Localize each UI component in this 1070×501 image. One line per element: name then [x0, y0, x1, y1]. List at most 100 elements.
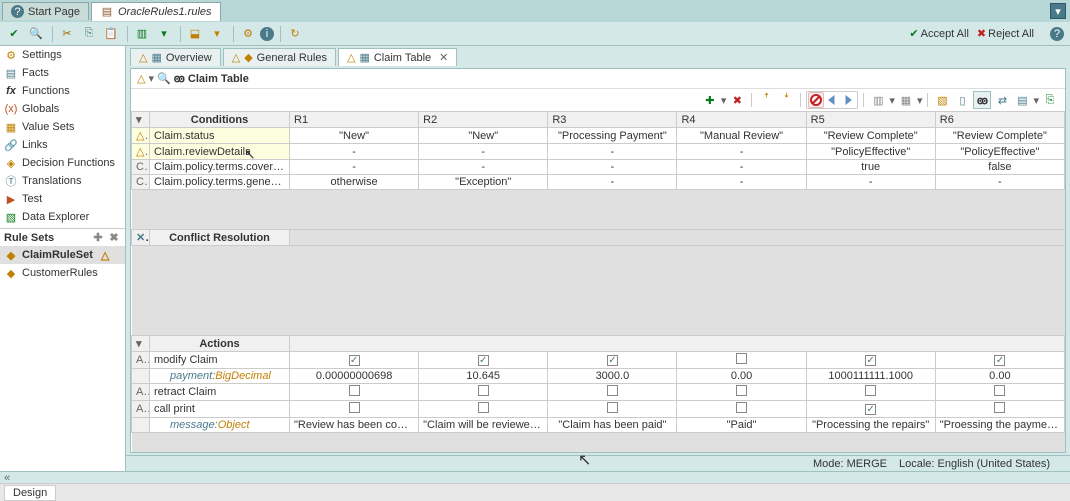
- find-icon[interactable]: 🔍: [26, 24, 46, 44]
- add-button[interactable]: ✚: [701, 91, 719, 109]
- collapse-left-icon[interactable]: «: [4, 472, 10, 484]
- resize-icon[interactable]: ▤: [1013, 91, 1031, 109]
- delete-ruleset-button[interactable]: ✖: [107, 231, 121, 244]
- tab-label: OracleRules1.rules: [118, 6, 212, 18]
- checkbox[interactable]: [736, 402, 747, 413]
- switch-rows-icon[interactable]: ⇄: [993, 91, 1011, 109]
- collapse-cols-icon[interactable]: ▯: [953, 91, 971, 109]
- sidebar-item-functions[interactable]: fxFunctions: [0, 82, 125, 100]
- condition-row[interactable]: C4 Claim.policy.terms.generalTer... othe…: [132, 175, 1065, 190]
- action-row[interactable]: payment:BigDecimal 0.0000000069810.64530…: [132, 369, 1065, 384]
- dict-icon[interactable]: ▥: [132, 24, 152, 44]
- export-icon[interactable]: ⎘: [1041, 91, 1059, 109]
- minimize-tabs-button[interactable]: ▾: [1050, 3, 1066, 19]
- sidebar-item-data-explorer[interactable]: ▧Data Explorer: [0, 208, 125, 226]
- tab-oracle-rules[interactable]: ▤ OracleRules1.rules: [91, 2, 221, 21]
- nav-next-icon[interactable]: [840, 92, 856, 108]
- sidebar-item-value-sets[interactable]: ▦Value Sets: [0, 118, 125, 136]
- move-down-button[interactable]: ꜜ: [777, 91, 795, 109]
- accept-all-button[interactable]: Accept All: [921, 28, 969, 40]
- paste-icon[interactable]: 📋: [101, 24, 121, 44]
- checkbox[interactable]: [736, 385, 747, 396]
- checkbox[interactable]: [607, 402, 618, 413]
- checkbox[interactable]: [994, 385, 1005, 396]
- merge-icon[interactable]: ▦: [897, 91, 915, 109]
- sidebar-item-facts[interactable]: ▤Facts: [0, 64, 125, 82]
- col-r5[interactable]: R5: [806, 112, 935, 128]
- checkbox[interactable]: [349, 355, 360, 366]
- gap-analysis-icon[interactable]: ▧: [933, 91, 951, 109]
- checkbox[interactable]: [865, 385, 876, 396]
- checkbox[interactable]: [478, 385, 489, 396]
- design-tab[interactable]: Design: [4, 485, 56, 501]
- checkbox[interactable]: [349, 385, 360, 396]
- reject-all-button[interactable]: Reject All: [988, 28, 1034, 40]
- cut-icon[interactable]: ✂: [57, 24, 77, 44]
- expand-icon[interactable]: ⬓: [185, 24, 205, 44]
- add-ruleset-button[interactable]: ✚: [91, 231, 105, 244]
- checkbox[interactable]: [478, 355, 489, 366]
- checkbox[interactable]: [607, 355, 618, 366]
- action-row[interactable]: message:Object "Review has been complet.…: [132, 418, 1065, 433]
- search-icon[interactable]: 🔍: [157, 72, 171, 85]
- checkbox[interactable]: [478, 402, 489, 413]
- sidebar-item-test[interactable]: ▶Test: [0, 190, 125, 208]
- collapse-actions-icon[interactable]: ▾: [136, 338, 142, 350]
- binoculars-icon[interactable]: ꙭ: [174, 72, 185, 85]
- info-icon[interactable]: i: [260, 27, 274, 41]
- warning-icon: △: [139, 51, 147, 64]
- move-up-button[interactable]: ꜛ: [757, 91, 775, 109]
- checkbox[interactable]: [349, 402, 360, 413]
- checkbox[interactable]: [736, 353, 747, 364]
- help-icon[interactable]: ?: [1050, 27, 1064, 41]
- tab-general-rules[interactable]: △◆General Rules: [223, 48, 336, 66]
- decision-table-header: △ ▾ 🔍 ꙭ Claim Table: [131, 69, 1065, 89]
- condition-row[interactable]: △ C1 Claim.status "New""New""Processing …: [132, 128, 1065, 144]
- refresh-icon[interactable]: ↻: [285, 24, 305, 44]
- ruleset-tabs: △▦Overview △◆General Rules △▦Claim Table…: [126, 46, 1070, 68]
- delete-button[interactable]: ✖: [728, 91, 746, 109]
- sidebar-item-links[interactable]: 🔗Links: [0, 136, 125, 154]
- checkbox[interactable]: [865, 355, 876, 366]
- condition-row[interactable]: C3 Claim.policy.terms.coverages. ----tru…: [132, 160, 1065, 175]
- ruleset-customerrules[interactable]: ◆CustomerRules: [0, 264, 125, 282]
- col-r4[interactable]: R4: [677, 112, 806, 128]
- col-r1[interactable]: R1: [290, 112, 419, 128]
- sidebar-item-decision-functions[interactable]: ◈Decision Functions: [0, 154, 125, 172]
- checkbox[interactable]: [994, 355, 1005, 366]
- tab-start-page[interactable]: ? Start Page: [2, 2, 89, 20]
- dict-down-icon[interactable]: ▾: [154, 24, 174, 44]
- copy-icon[interactable]: ⎘: [79, 24, 99, 44]
- checkbox[interactable]: [994, 402, 1005, 413]
- condition-row[interactable]: △ C2 Claim.reviewDetails ----"PolicyEffe…: [132, 144, 1065, 160]
- col-r2[interactable]: R2: [419, 112, 548, 128]
- col-r3[interactable]: R3: [548, 112, 677, 128]
- expand-down-icon[interactable]: ▾: [207, 24, 227, 44]
- show-conflicts-icon[interactable]: ꙭ: [973, 91, 991, 109]
- tab-overview[interactable]: △▦Overview: [130, 48, 221, 66]
- sidebar-item-translations[interactable]: ⓉTranslations: [0, 172, 125, 190]
- tab-claim-table[interactable]: △▦Claim Table✕: [338, 48, 457, 66]
- close-section-icon[interactable]: ✕: [136, 232, 150, 244]
- checkbox[interactable]: [607, 385, 618, 396]
- close-icon[interactable]: ✕: [439, 51, 448, 64]
- split-icon[interactable]: ▥: [869, 91, 887, 109]
- checkbox[interactable]: [865, 404, 876, 415]
- sidebar-item-settings[interactable]: ⚙Settings: [0, 46, 125, 64]
- ruleset-icon: ◆: [4, 266, 18, 280]
- sidebar-item-globals[interactable]: (x)Globals: [0, 100, 125, 118]
- collapse-icon[interactable]: ▾: [148, 72, 154, 85]
- action-row[interactable]: A1modify Claim: [132, 352, 1065, 369]
- col-r6[interactable]: R6: [935, 112, 1064, 128]
- action-row[interactable]: A2retract Claim: [132, 384, 1065, 401]
- settings-icon[interactable]: ⚙: [238, 24, 258, 44]
- action-row[interactable]: A3call print: [132, 401, 1065, 418]
- collapse-conditions-icon[interactable]: ▾: [136, 114, 142, 126]
- no-gap-icon[interactable]: [808, 92, 824, 108]
- validate-icon[interactable]: ✔: [4, 24, 24, 44]
- nav-prev-icon[interactable]: [824, 92, 840, 108]
- conditions-header: Conditions: [150, 112, 290, 128]
- overview-icon: ▦: [151, 51, 161, 64]
- bottom-tabs: Design: [0, 483, 1070, 501]
- ruleset-claimruleset[interactable]: ◆ClaimRuleSet△: [0, 246, 125, 264]
